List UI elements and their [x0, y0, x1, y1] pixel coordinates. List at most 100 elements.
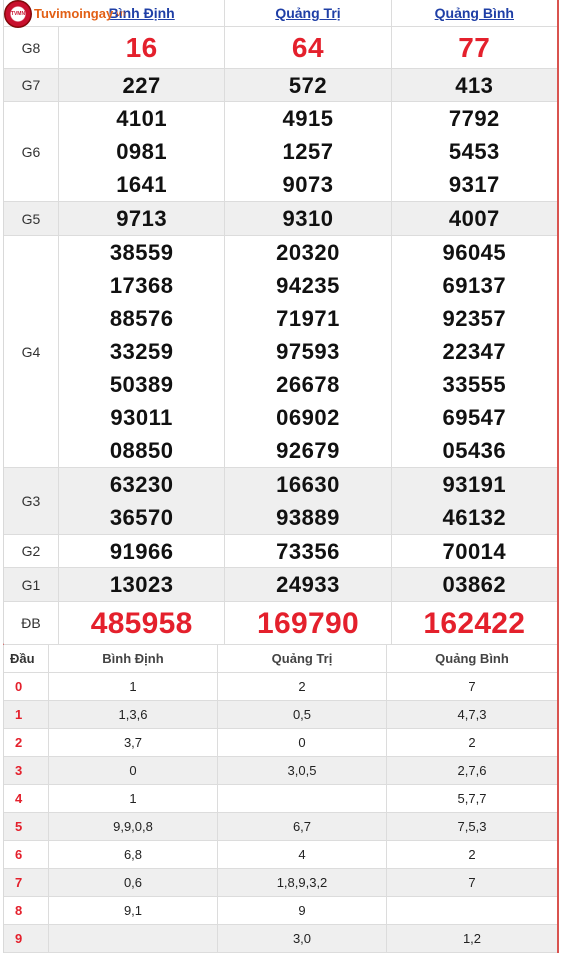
prize-cell: 4915 1257 9073: [225, 102, 392, 201]
prize-cell: 38559 17368 88576 33259 50389 93011 08850: [59, 236, 226, 467]
prize-row-g7: G7 227 572 413: [4, 69, 557, 102]
loto-dau: 5: [4, 813, 49, 840]
loto-row: 6 6,8 4 2: [4, 841, 557, 869]
loto-header-dau: Đầu: [4, 645, 49, 672]
prize-number: 38559: [109, 240, 174, 265]
prize-number: 572: [288, 72, 328, 98]
prize-number: 227: [122, 72, 161, 98]
prize-number: 69547: [442, 405, 507, 430]
prize-number: 93011: [110, 405, 173, 430]
prize-cell: 4007: [392, 202, 557, 235]
loto-cell: 1,2: [462, 931, 482, 946]
prize-cell: 64: [225, 27, 392, 68]
prize-number: 169790: [257, 606, 359, 640]
prize-number: 73356: [276, 538, 340, 564]
loto-cell: 9,1: [49, 897, 218, 924]
prize-number: 91966: [109, 538, 174, 564]
loto-header-province: Quảng Trị: [218, 645, 387, 672]
prize-row-g5: G5 9713 9310 4007: [4, 202, 557, 236]
prize-number: 71971: [276, 306, 340, 331]
loto-cell: 1,3,6: [49, 701, 218, 728]
prize-cell: 77: [392, 27, 557, 68]
prize-label: G8: [4, 27, 59, 68]
loto-table: Đầu Bình Định Quảng Trị Quảng Bình 01271…: [3, 645, 559, 953]
loto-row: 4 1 5,7,7: [4, 785, 557, 813]
loto-cell: 4,7,3: [457, 707, 487, 722]
prize-number: 88576: [109, 306, 174, 331]
prize-cell: 16: [59, 27, 226, 68]
prize-number: 24933: [276, 572, 340, 597]
province-link-quang-binh[interactable]: Quảng Bình: [435, 5, 514, 21]
prize-number: 69137: [442, 273, 507, 298]
prize-label: G1: [4, 568, 59, 601]
prize-cell: 572: [225, 69, 392, 101]
prize-number: 93191: [442, 472, 507, 497]
loto-row: 3 0 3,0,5 2,7,6: [4, 757, 557, 785]
prize-cell: 7792 5453 9317: [392, 102, 557, 201]
loto-dau: 8: [4, 897, 49, 924]
loto-dau: 3: [4, 757, 49, 784]
prize-cell: 70014: [392, 535, 557, 567]
loto-row: 012 7: [4, 673, 557, 701]
loto-cell: 1,8,9,3,2: [218, 869, 387, 896]
prize-number: 7792: [448, 106, 500, 131]
prize-row-g2: G2 91966 73356 70014: [4, 535, 557, 568]
province-cell: Quảng Trị: [225, 0, 392, 26]
loto-cell: 3,0,5: [218, 757, 387, 784]
loto-cell: 0,6: [49, 869, 218, 896]
loto-cell: 2: [218, 673, 387, 700]
prize-number: 92679: [276, 438, 340, 463]
prize-number: 08850: [109, 438, 174, 463]
prize-cell: 73356: [225, 535, 392, 567]
site-logo[interactable]: TVMN Tuvimoingay .vn: [4, 0, 125, 28]
prize-number: 50389: [109, 372, 174, 397]
prize-number: 03862: [442, 572, 507, 597]
prize-label: G3: [4, 468, 59, 534]
loto-dau: 7: [4, 869, 49, 896]
prize-cell: 16630 93889: [225, 468, 392, 534]
loto-cell: 0,5: [218, 701, 387, 728]
loto-cell: 0: [218, 729, 387, 756]
loto-dau: 9: [4, 925, 49, 952]
prize-number: 1641: [116, 172, 168, 197]
prize-row-g4: G4 38559 17368 88576 33259 50389 93011 08850 203…: [4, 236, 557, 468]
prize-cell: 13023: [59, 568, 226, 601]
loto-cell: [218, 785, 387, 812]
prize-cell: 9310: [225, 202, 392, 235]
loto-cell: 0: [49, 757, 218, 784]
prize-number: 162422: [423, 606, 526, 640]
loto-cell: 5,7,7: [457, 791, 487, 806]
province-link-quang-tri[interactable]: Quảng Trị: [275, 5, 340, 21]
prize-cell: 91966: [59, 535, 226, 567]
prize-label: G7: [4, 69, 59, 101]
loto-row: 2 3,7 0 2: [4, 729, 557, 757]
prize-cell: 63230 36570: [59, 468, 226, 534]
prize-number: 92357: [442, 306, 507, 331]
prize-number: 4007: [448, 206, 500, 231]
prize-number: 93889: [276, 505, 340, 530]
prize-row-g1: G1 13023 24933 03862: [4, 568, 557, 602]
loto-cell: 2: [468, 735, 476, 750]
loto-cell: 6,8: [49, 841, 218, 868]
loto-cell: 1: [49, 785, 218, 812]
results-table: TVMN Tuvimoingay .vn Bình Định Quảng Trị…: [3, 0, 559, 645]
loto-rows: 0 1 2 7 1 1,3,6 0,5 4,7,3 2 3,7 0 2 3 0 3,0,5 2,7,6 4 1 5,…: [4, 673, 557, 953]
prize-number: 9713: [116, 206, 168, 231]
loto-cell: 2,7,6: [457, 763, 487, 778]
prize-label: G6: [4, 102, 59, 201]
prize-row-g8: G8 16 64 77: [4, 27, 557, 69]
prize-number: 33259: [109, 339, 174, 364]
prize-number: 13023: [109, 572, 174, 597]
prize-cell: 413: [392, 69, 557, 101]
loto-cell: 2: [468, 847, 476, 862]
prize-number: 1257: [282, 139, 334, 164]
prize-number: 96045: [442, 240, 507, 265]
loto-dau: 0: [4, 673, 49, 700]
logo-tld: .vn: [114, 9, 125, 18]
prize-cell: 9713: [59, 202, 226, 235]
loto-header-province: Quảng Bình: [435, 651, 509, 666]
prize-cell: 485958: [59, 602, 226, 644]
prize-cell: 4101 0981 1641: [59, 102, 226, 201]
prize-number: 22347: [442, 339, 507, 364]
loto-dau: 2: [4, 729, 49, 756]
